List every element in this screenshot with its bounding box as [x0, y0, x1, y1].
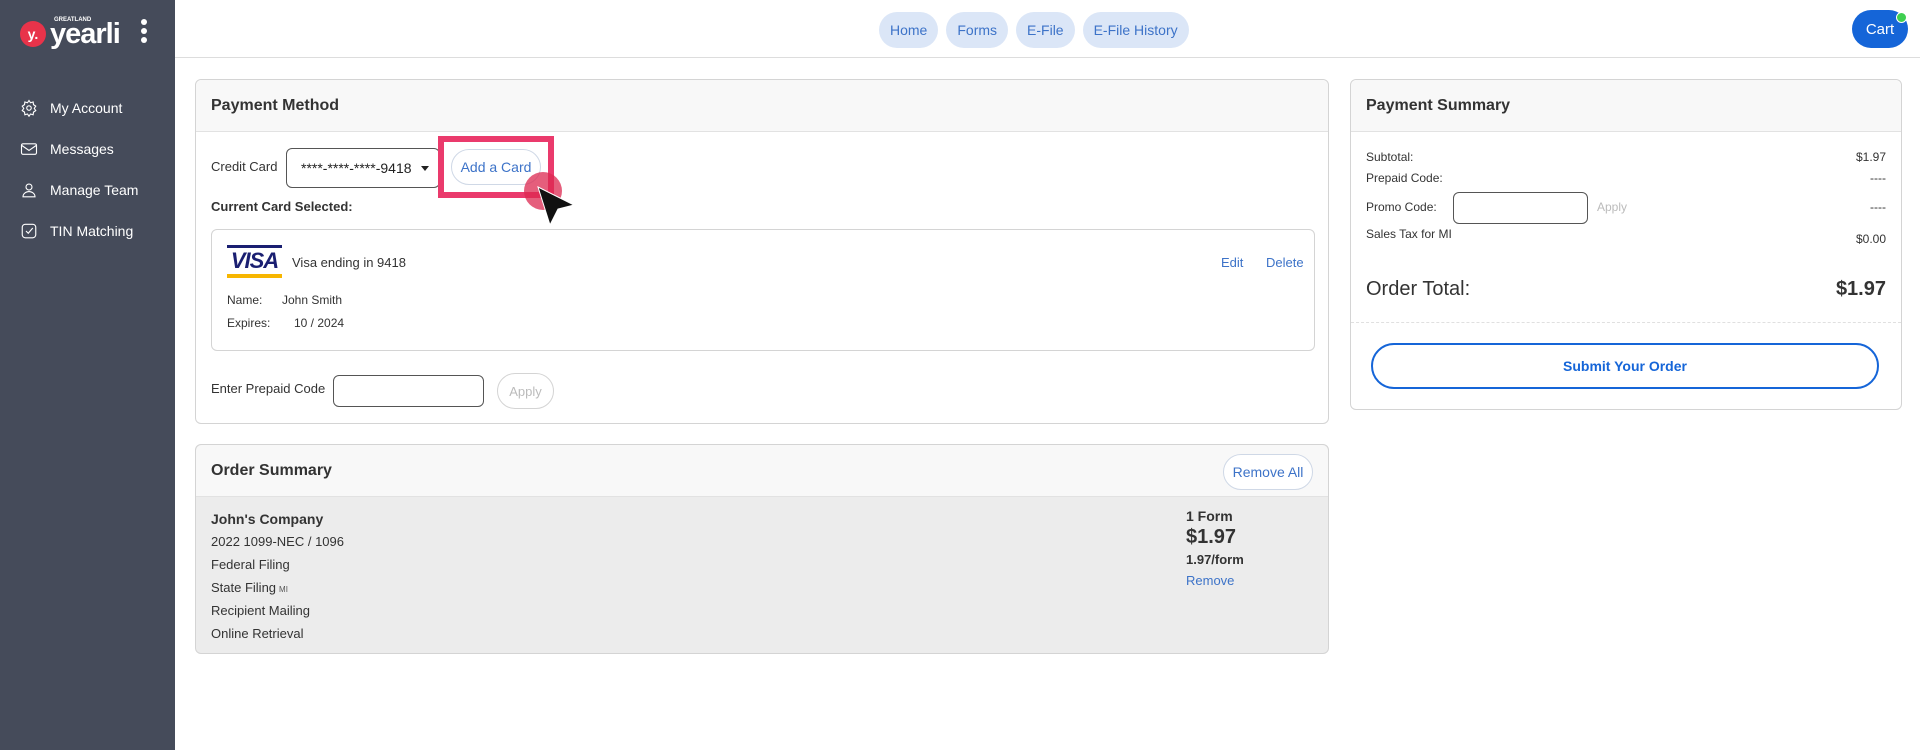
sales-tax-label: Sales Tax for MI — [1366, 227, 1452, 241]
visa-logo-text: VISA — [230, 247, 279, 273]
service-state-label: State Filing — [211, 580, 277, 595]
card-description: Visa ending in 9418 — [292, 255, 406, 270]
top-bar: Home Forms E-File E-File History Cart — [175, 0, 1920, 58]
current-card-box: VISA Visa ending in 9418 Edit Delete Nam… — [211, 229, 1315, 351]
gear-icon — [21, 99, 37, 117]
order-company: John's Company — [211, 511, 324, 527]
sidebar-item-label: Messages — [50, 141, 114, 157]
prepaid-code-input[interactable] — [333, 375, 484, 407]
selected-card-value: ****-****-****-9418 — [301, 160, 412, 176]
remove-item-link[interactable]: Remove — [1186, 573, 1234, 588]
card-name-label: Name: — [227, 293, 263, 307]
order-total-label: Order Total: — [1366, 278, 1471, 300]
order-summary-title: Order Summary — [211, 461, 332, 479]
service-retrieval: Online Retrieval — [211, 626, 304, 641]
cart-label: Cart — [1865, 20, 1895, 38]
sidebar-item-label: Manage Team — [50, 182, 139, 198]
price-per-form: 1.97/form — [1186, 552, 1244, 567]
promo-apply-button[interactable]: Apply — [1597, 200, 1627, 214]
payment-summary-panel: Payment Summary Subtotal: $1.97 Prepaid … — [1350, 79, 1902, 410]
cart-button[interactable]: Cart — [1852, 10, 1908, 48]
sidebar-nav: My Account Messages Manage Team TIN Matc… — [20, 98, 138, 262]
current-card-label: Current Card Selected: — [211, 199, 353, 214]
summary-divider — [1351, 322, 1901, 323]
subtotal-label: Subtotal: — [1366, 150, 1414, 164]
edit-card-link[interactable]: Edit — [1221, 255, 1243, 270]
sidebar-item-label: TIN Matching — [50, 223, 134, 239]
service-mailing: Recipient Mailing — [211, 603, 310, 618]
prepaid-code-summary-label: Prepaid Code: — [1366, 171, 1443, 185]
order-summary-panel: Order Summary Remove All John's Company … — [195, 444, 1329, 654]
cart-status-dot — [1896, 12, 1907, 23]
card-expires-value: 10 / 2024 — [294, 316, 345, 330]
payment-summary-title: Payment Summary — [1351, 80, 1901, 132]
sidebar-item-my-account[interactable]: My Account — [20, 98, 138, 118]
form-price: $1.97 — [1186, 526, 1237, 548]
sidebar-item-messages[interactable]: Messages — [20, 139, 138, 159]
sidebar-item-manage-team[interactable]: Manage Team — [20, 180, 138, 200]
logo-mark: y. — [20, 21, 46, 47]
prepaid-code-label: Enter Prepaid Code — [211, 381, 326, 396]
caret-down-icon — [421, 166, 429, 171]
visa-logo: VISA — [227, 245, 282, 279]
payment-method-title: Payment Method — [196, 80, 1328, 132]
order-summary-header: Order Summary Remove All — [196, 445, 1328, 497]
tab-e-file-history[interactable]: E-File History — [1082, 12, 1189, 48]
sidebar-item-label: My Account — [50, 100, 123, 116]
order-form-name: 2022 1099-NEC / 1096 — [211, 534, 344, 549]
submit-order-button[interactable]: Submit Your Order — [1371, 343, 1879, 389]
service-federal: Federal Filing — [211, 557, 290, 572]
service-state: State Filing MI — [211, 580, 288, 595]
sales-tax-value: $0.00 — [1855, 232, 1886, 246]
check-square-icon — [21, 223, 37, 239]
more-menu-icon[interactable] — [138, 16, 150, 46]
order-total-value: $1.97 — [1835, 278, 1886, 300]
top-nav: Home Forms E-File E-File History — [879, 12, 1197, 48]
payment-method-panel: Payment Method Credit Card ****-****-***… — [195, 79, 1329, 424]
service-state-code: MI — [279, 585, 288, 594]
promo-code-input[interactable] — [1453, 192, 1588, 224]
form-count: 1 Form — [1186, 508, 1233, 524]
yearli-logo[interactable]: y. GREATLAND yearli — [20, 16, 121, 52]
tab-e-file[interactable]: E-File — [1016, 12, 1075, 48]
delete-card-link[interactable]: Delete — [1266, 255, 1304, 270]
envelope-icon — [20, 143, 38, 155]
credit-card-select[interactable]: ****-****-****-9418 — [286, 148, 440, 188]
tab-forms[interactable]: Forms — [946, 12, 1009, 48]
logo-small-text: GREATLAND — [54, 16, 92, 23]
sidebar: y. GREATLAND yearli My Account Messages — [0, 0, 175, 750]
promo-code-value: ---- — [1870, 200, 1886, 214]
mouse-cursor-icon — [537, 186, 576, 227]
card-name-value: John Smith — [282, 293, 343, 307]
user-icon — [22, 183, 36, 198]
logo-text: GREATLAND yearli — [50, 16, 121, 49]
prepaid-code-summary-value: ---- — [1870, 171, 1886, 185]
sidebar-item-tin-matching[interactable]: TIN Matching — [20, 221, 138, 241]
card-expires-label: Expires: — [227, 316, 271, 330]
prepaid-apply-button[interactable]: Apply — [497, 373, 554, 409]
credit-card-label: Credit Card — [211, 159, 278, 174]
remove-all-button[interactable]: Remove All — [1223, 454, 1313, 490]
subtotal-value: $1.97 — [1855, 150, 1886, 164]
tab-home[interactable]: Home — [879, 12, 939, 48]
promo-code-label: Promo Code: — [1366, 200, 1437, 214]
